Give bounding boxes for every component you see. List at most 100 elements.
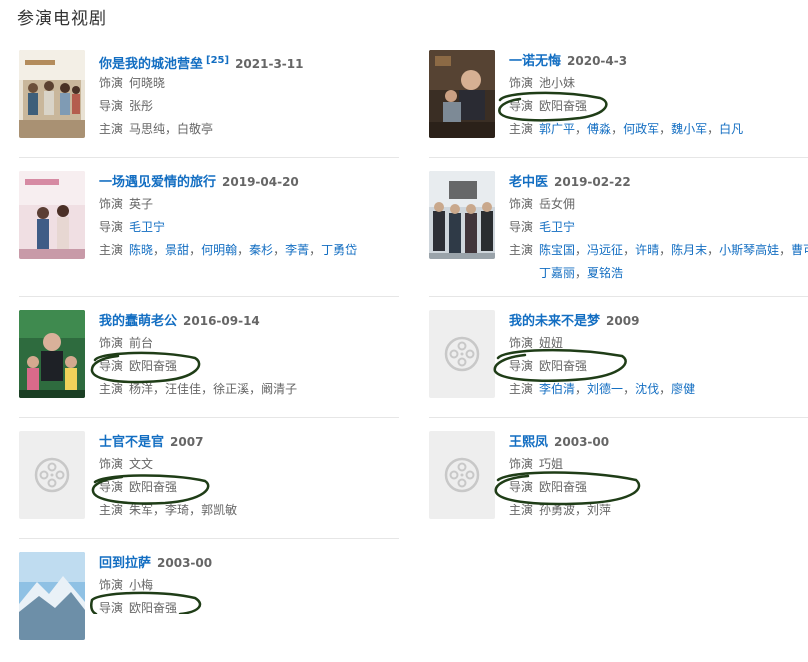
director-label: 导演 [509,220,534,234]
role-label: 饰演 [509,76,534,90]
cast-member-link[interactable]: 陈晓 [129,243,153,257]
role-value: 前台 [129,336,154,350]
director-value: 欧阳奋强 [539,99,588,113]
poster-placeholder[interactable] [429,431,495,519]
drama-title-link[interactable]: 一诺无悔 [509,54,561,69]
drama-item: 我的未来不是梦 2009 饰演 妞妞 导演 欧阳奋强 主演 李伯清，刘德一，沈伐，廖健 [429,310,808,420]
air-date: 2020-4-3 [567,54,628,68]
divider [429,157,808,158]
divider [19,157,399,158]
role-label: 饰演 [99,197,124,211]
director-value: 欧阳奋强 [129,480,178,494]
divider [19,538,399,539]
poster-image[interactable] [429,50,495,138]
cast-member-link[interactable]: 陈月末 [671,243,707,257]
drama-title-link[interactable]: 回到拉萨 [99,556,151,571]
cast-member-link[interactable]: 白凡 [719,122,743,136]
cast-member-link[interactable]: 夏铭浩 [587,266,623,280]
cast-member-link[interactable]: 刘德一 [587,382,623,396]
poster-placeholder[interactable] [19,431,85,519]
director-link[interactable]: 毛卫宁 [129,220,165,234]
air-date: 2007 [170,435,204,449]
director-link[interactable]: 毛卫宁 [539,220,575,234]
cast-member-link[interactable]: 何明翰 [201,243,237,257]
cast-label: 主演 [99,122,124,136]
drama-title-link[interactable]: 王熙凤 [509,435,548,450]
director-value: 张彤 [129,99,154,113]
cast-member-link[interactable]: 小斯琴高娃 [719,243,779,257]
poster-image[interactable] [19,171,85,259]
air-date: 2016-09-14 [183,314,260,328]
director-label: 导演 [99,220,124,234]
poster-image[interactable] [429,171,495,259]
air-date: 2003-00 [157,556,213,570]
director-label: 导演 [99,99,124,113]
cast-member-link[interactable]: 许晴 [635,243,659,257]
role-value: 英子 [129,197,154,211]
director-value: 欧阳奋强 [129,359,178,373]
role-label: 饰演 [509,336,534,350]
cast-member-link[interactable]: 傅淼 [587,122,611,136]
cast-member-link[interactable]: 曹可凡 [791,243,808,257]
director-value: 欧阳奋强 [539,359,588,373]
role-label: 饰演 [99,336,124,350]
cast-label: 主演 [509,243,534,257]
cast-label: 主演 [99,503,124,517]
cast-member: 汪佳佳 [165,382,202,396]
cast-member: 马思纯 [129,122,166,136]
citation-ref-link[interactable]: [25] [206,55,229,66]
role-label: 饰演 [99,76,124,90]
cast-member-link[interactable]: 陈宝国 [539,243,575,257]
cast-member-link[interactable]: 何政军 [623,122,659,136]
cast-member-link[interactable]: 郭广平 [539,122,575,136]
director-value: 欧阳奋强 [129,601,178,615]
cast-member-link[interactable]: 魏小军 [671,122,707,136]
role-label: 饰演 [99,457,124,471]
cast-member-link[interactable]: 沈伐 [635,382,659,396]
cast-member: 郭凯敏 [201,503,238,517]
drama-title-link[interactable]: 老中医 [509,175,548,190]
divider [429,296,808,297]
cast-member-link[interactable]: 李伯清 [539,382,575,396]
drama-title-link[interactable]: 我的未来不是梦 [509,314,600,329]
cast-member: 朱军 [129,503,154,517]
cast-member-link[interactable]: 秦杉 [249,243,273,257]
drama-item: 老中医 2019-02-22 饰演 岳女佣 导演 毛卫宁 主演 陈宝国，冯远征，许晴，陈… [429,171,808,281]
drama-item: 回到拉萨 2003-00 饰演 小梅 导演 欧阳奋强 [19,552,419,662]
cast-label: 主演 [99,382,124,396]
cast-member-link[interactable]: 冯远征 [587,243,623,257]
role-label: 饰演 [509,457,534,471]
drama-title-link[interactable]: 你是我的城池营垒 [99,57,203,72]
poster-image[interactable] [19,50,85,138]
cast-member: 徐正溪 [213,382,250,396]
cast-member-link[interactable]: 丁嘉丽 [539,266,575,280]
air-date: 2019-02-22 [554,175,631,189]
drama-item: 一诺无悔 2020-4-3 饰演 池小妹 导演 欧阳奋强 主演 郭广平，傅淼，何政军，魏… [429,50,808,160]
air-date: 2021-3-11 [235,57,304,71]
role-value: 妞妞 [539,336,564,350]
drama-title-link[interactable]: 士官不是官 [99,435,164,450]
divider [429,417,808,418]
cast-label: 主演 [99,243,124,257]
drama-title-link[interactable]: 我的蠢萌老公 [99,314,177,329]
role-value: 何晓晓 [129,76,166,90]
drama-title-link[interactable]: 一场遇见爱情的旅行 [99,175,216,190]
poster-image[interactable] [19,552,85,640]
cast-member-link[interactable]: 李菁 [285,243,309,257]
cast-member-link[interactable]: 廖健 [671,382,695,396]
role-label: 饰演 [99,578,124,592]
air-date: 2019-04-20 [222,175,299,189]
cast-member-link[interactable]: 丁勇岱 [321,243,357,257]
role-value: 小梅 [129,578,154,592]
role-value: 文文 [129,457,154,471]
poster-image[interactable] [19,310,85,398]
director-label: 导演 [509,99,534,113]
cast-member-link[interactable]: 景甜 [165,243,189,257]
drama-item: 士官不是官 2007 饰演 文文 导演 欧阳奋强 主演 朱军，李琦，郭凯敏 [19,431,419,541]
director-label: 导演 [99,359,124,373]
poster-placeholder[interactable] [429,310,495,398]
drama-item: 一场遇见爱情的旅行 2019-04-20 饰演 英子 导演 毛卫宁 主演 陈晓，景甜，何… [19,171,419,281]
cast-member: 李琦 [165,503,190,517]
air-date: 2003-00 [554,435,610,449]
drama-item: 我的蠢萌老公 2016-09-14 饰演 前台 导演 欧阳奋强 主演 杨洋，汪佳佳，徐正… [19,310,419,420]
